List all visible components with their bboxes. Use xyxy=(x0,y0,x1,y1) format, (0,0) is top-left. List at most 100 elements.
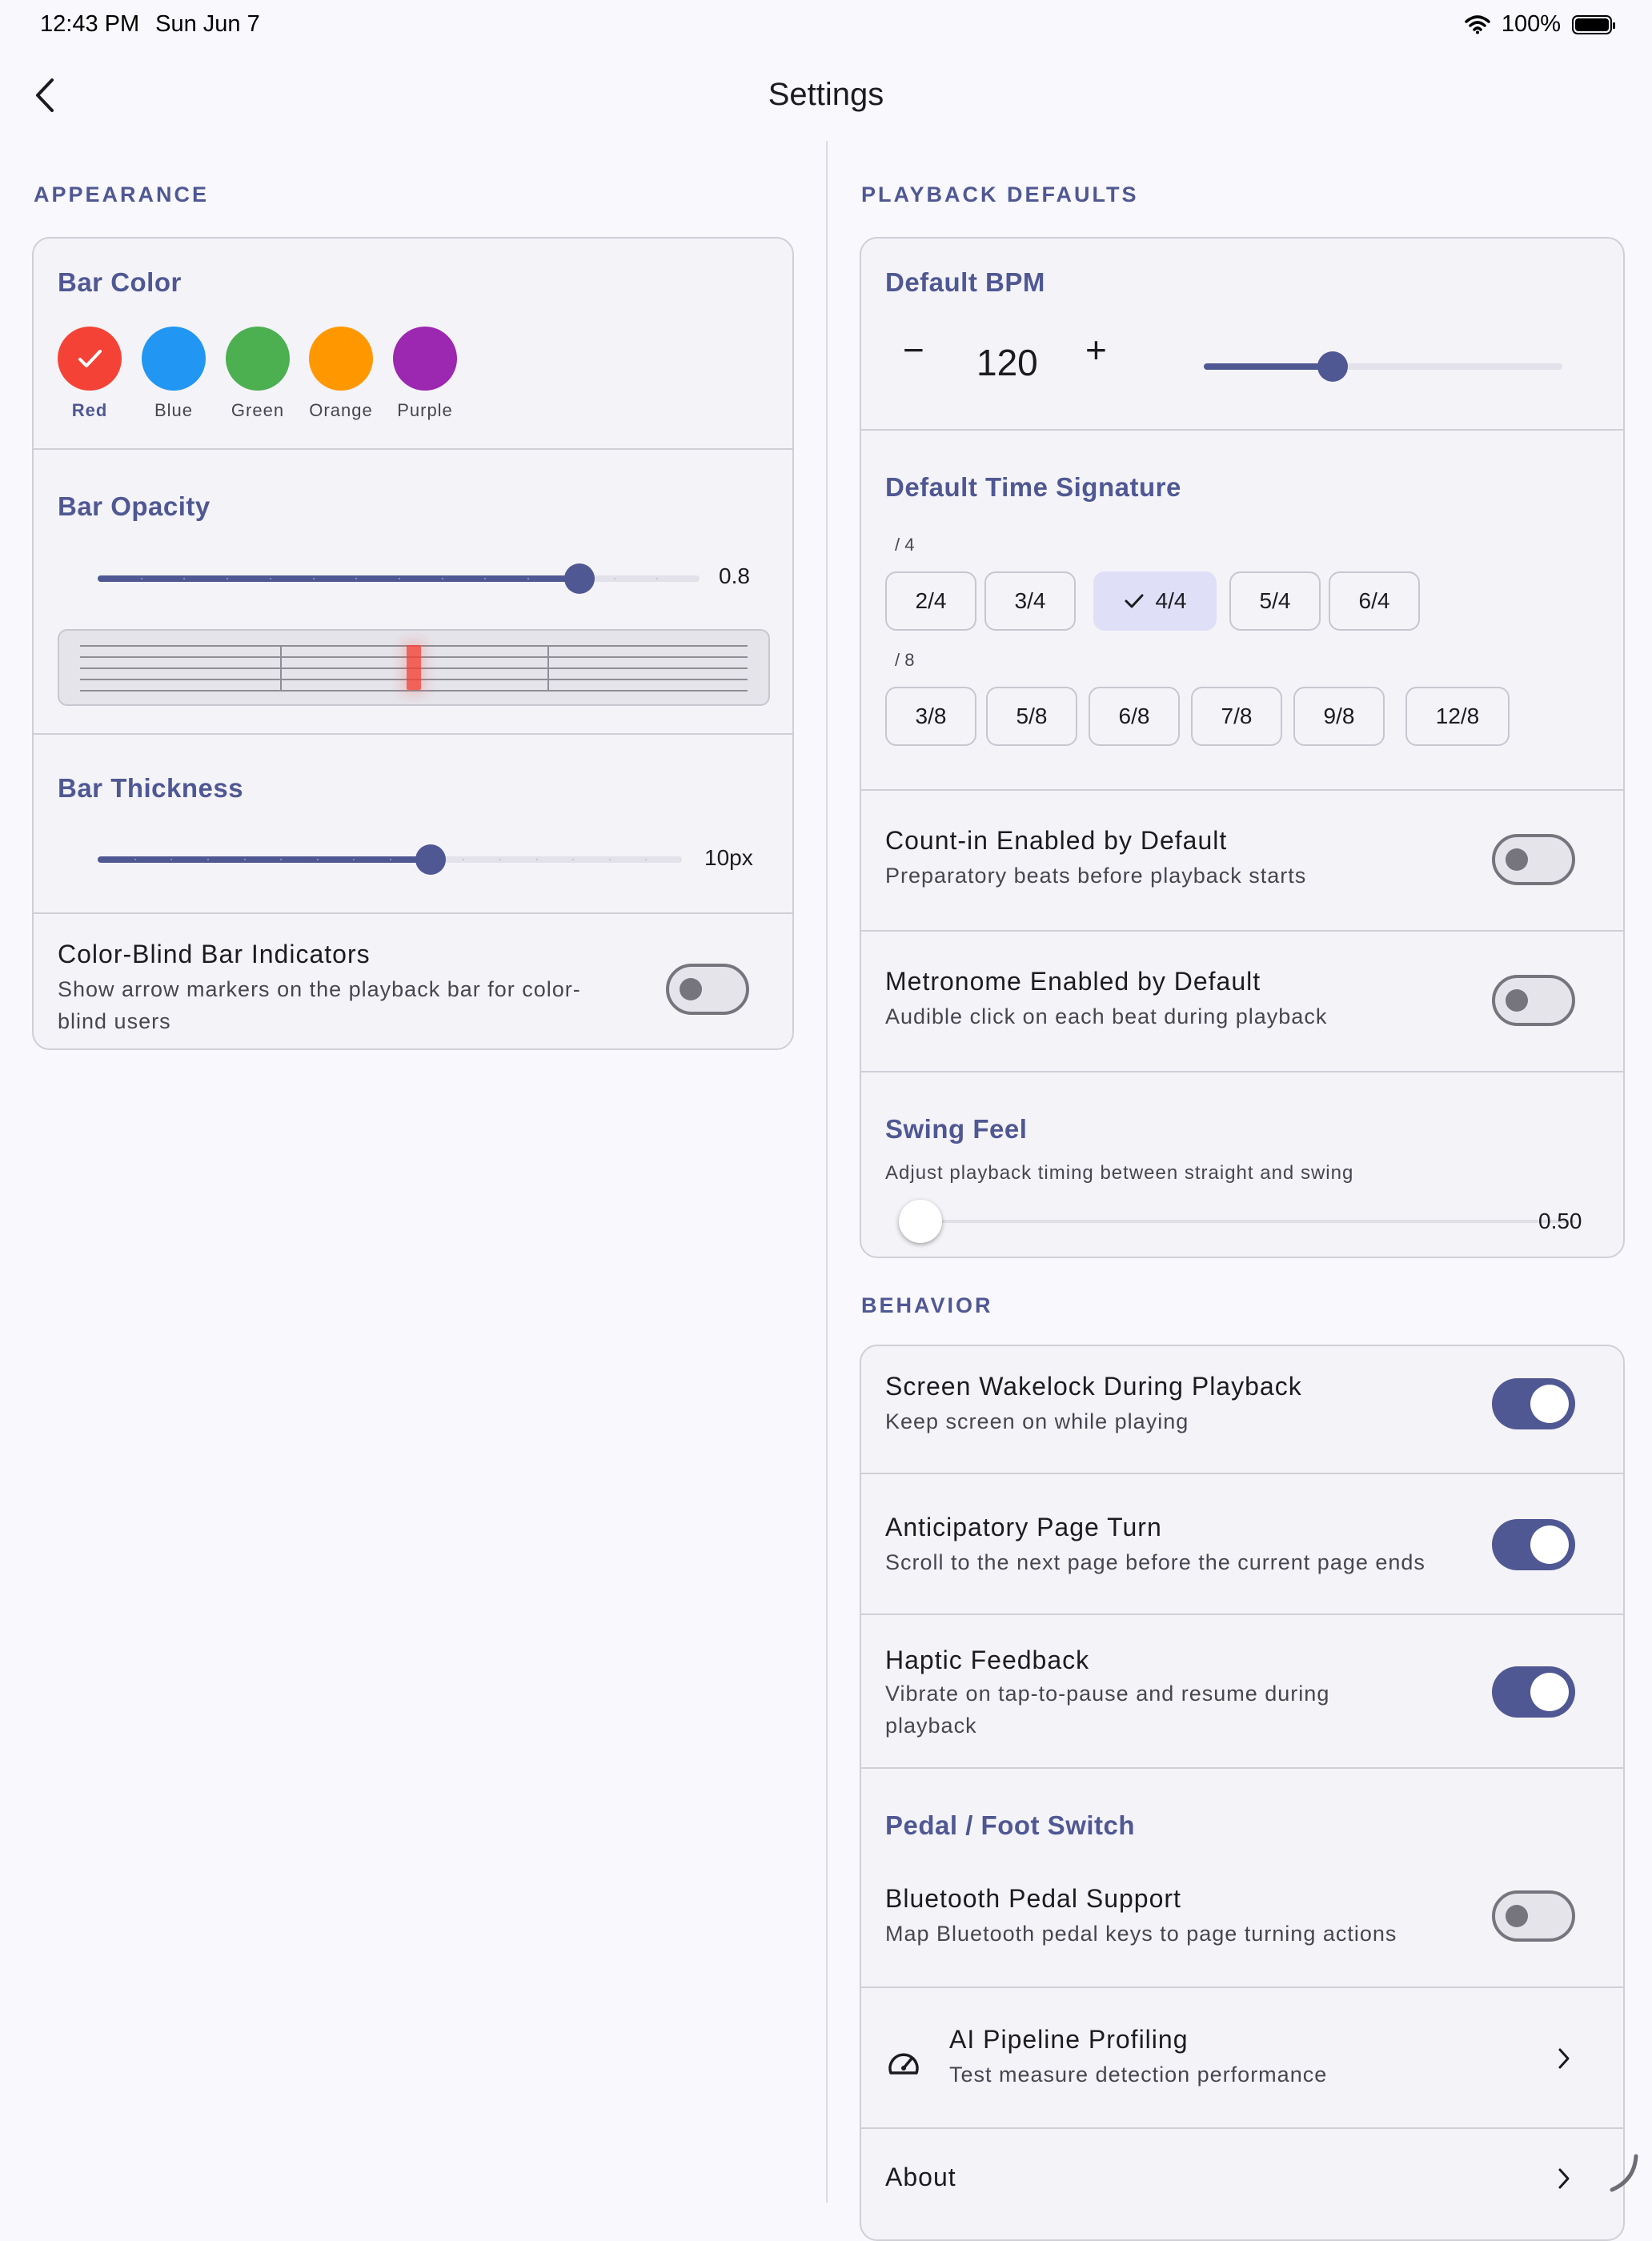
divider xyxy=(34,448,792,450)
wakelock-toggle[interactable] xyxy=(1492,1378,1575,1429)
time-signature-chip[interactable]: 5/4 xyxy=(1229,571,1321,631)
ai-profiling-row[interactable]: AI Pipeline Profiling Test measure detec… xyxy=(861,1988,1623,2127)
toggle-thumb xyxy=(1506,848,1528,871)
count-in-toggle[interactable] xyxy=(1492,834,1575,885)
bar-thickness-slider[interactable] xyxy=(98,844,682,875)
time-signature-chip[interactable]: 6/8 xyxy=(1089,687,1180,746)
status-date: Sun Jun 7 xyxy=(155,11,260,37)
divider xyxy=(861,1071,1623,1072)
bpm-slider[interactable] xyxy=(1204,351,1562,382)
divider xyxy=(861,1767,1623,1769)
color-blind-subtitle: Show arrow markers on the playback bar f… xyxy=(58,973,666,1037)
divider xyxy=(861,429,1623,431)
haptic-title: Haptic Feedback xyxy=(885,1646,1090,1674)
bar-opacity-value: 0.8 xyxy=(719,563,750,588)
haptic-subtitle-line: playback xyxy=(885,1714,977,1738)
toggle-thumb xyxy=(1530,1385,1569,1423)
bar-opacity-slider-thumb[interactable] xyxy=(563,563,595,594)
slider-tick xyxy=(206,859,209,860)
speedometer-icon xyxy=(888,2053,919,2075)
slider-tick xyxy=(645,859,648,860)
time-signature-chip[interactable]: 2/4 xyxy=(885,571,976,631)
color-swatch-orange[interactable] xyxy=(309,327,373,391)
page-turn-toggle[interactable] xyxy=(1492,1519,1575,1570)
slider-tick xyxy=(613,578,615,579)
time-signature-title: Default Time Signature xyxy=(885,472,1181,502)
slider-tick xyxy=(484,578,487,579)
time-signature-chip-label: 7/8 xyxy=(1221,704,1253,728)
slider-tick xyxy=(527,578,530,579)
slider-tick xyxy=(134,859,136,860)
time-signature-chip-label: 2/4 xyxy=(915,588,947,613)
column-divider xyxy=(826,141,828,2203)
staff-line xyxy=(80,690,748,692)
about-row[interactable]: About xyxy=(861,2129,1623,2239)
bar-thickness-slider-thumb[interactable] xyxy=(415,844,447,875)
bar-opacity-slider[interactable] xyxy=(98,563,700,594)
status-clock: 12:43 PM xyxy=(40,11,140,37)
color-swatch-label: Green xyxy=(231,400,285,420)
time-signature-chip[interactable]: 3/4 xyxy=(984,571,1076,631)
toggle-thumb xyxy=(1530,1525,1569,1564)
time-signature-chip-label: 3/4 xyxy=(1014,588,1046,613)
bar-opacity-slider-fill xyxy=(98,575,579,582)
haptic-subtitle: Vibrate on tap-to-pause and resume durin… xyxy=(885,1678,1329,1742)
time-signature-chip[interactable]: 6/4 xyxy=(1329,571,1420,631)
time-signature-chip[interactable]: 4/4 xyxy=(1093,571,1217,631)
behavior-section-label: BEHAVIOR xyxy=(861,1293,993,1317)
time-signature-chip[interactable]: 12/8 xyxy=(1405,687,1510,746)
swing-slider-thumb[interactable] xyxy=(899,1200,942,1243)
divider xyxy=(34,733,792,735)
count-in-subtitle: Preparatory beats before playback starts xyxy=(885,864,1307,888)
swing-slider[interactable] xyxy=(899,1200,1575,1243)
metronome-title: Metronome Enabled by Default xyxy=(885,967,1261,996)
color-swatch-red[interactable] xyxy=(58,327,122,391)
slider-tick xyxy=(170,859,173,860)
bluetooth-pedal-toggle[interactable] xyxy=(1492,1890,1575,1942)
time-signature-chip[interactable]: 5/8 xyxy=(986,687,1077,746)
ai-profiling-subtitle: Test measure detection performance xyxy=(949,2063,1328,2087)
slider-tick xyxy=(499,859,501,860)
time-signature-chip-label: 4/4 xyxy=(1155,588,1187,613)
chevron-right-icon xyxy=(1558,2048,1570,2069)
color-blind-subtitle-line: Show arrow markers on the playback bar f… xyxy=(58,977,581,1001)
slider-tick xyxy=(353,859,355,860)
bpm-slider-thumb[interactable] xyxy=(1317,351,1349,382)
about-title: About xyxy=(885,2163,956,2191)
time-signature-chip-label: 9/8 xyxy=(1323,704,1355,728)
page-turn-subtitle: Scroll to the next page before the curre… xyxy=(885,1550,1425,1574)
bar-opacity-title: Bar Opacity xyxy=(58,491,211,521)
slider-tick xyxy=(269,578,271,579)
behavior-card: Screen Wakelock During Playback Keep scr… xyxy=(860,1345,1625,2241)
wifi-icon xyxy=(1465,14,1490,34)
time-signature-chip-label: 6/8 xyxy=(1118,704,1150,728)
toggle-thumb xyxy=(1530,1673,1569,1711)
color-swatch-purple[interactable] xyxy=(393,327,457,391)
toggle-thumb xyxy=(1506,1905,1528,1927)
appearance-section-label: APPEARANCE xyxy=(34,182,210,206)
bar-thickness-title: Bar Thickness xyxy=(58,773,244,803)
metronome-toggle[interactable] xyxy=(1492,975,1575,1026)
color-swatch-green[interactable] xyxy=(226,327,290,391)
staff-bar-line xyxy=(280,645,282,692)
slider-tick xyxy=(608,859,611,860)
time-signature-chip[interactable]: 9/8 xyxy=(1293,687,1385,746)
time-signature-chip-label: 12/8 xyxy=(1435,704,1480,728)
bpm-slider-fill xyxy=(1204,363,1333,370)
haptic-toggle[interactable] xyxy=(1492,1666,1575,1718)
bpm-increment-button[interactable]: + xyxy=(1085,328,1107,371)
color-swatch-blue[interactable] xyxy=(142,327,206,391)
color-blind-toggle[interactable] xyxy=(666,964,749,1015)
time-signature-chip[interactable]: 7/8 xyxy=(1191,687,1282,746)
swing-value: 0.50 xyxy=(1538,1209,1582,1233)
default-bpm-title: Default BPM xyxy=(885,267,1045,297)
slider-tick xyxy=(656,578,659,579)
battery-percent: 100% xyxy=(1501,11,1561,37)
bpm-decrement-button[interactable]: − xyxy=(903,328,924,371)
count-in-title: Count-in Enabled by Default xyxy=(885,826,1228,855)
bar-thickness-value: 10px xyxy=(704,845,753,870)
time-signature-chip-label: 6/4 xyxy=(1358,588,1390,613)
toggle-thumb xyxy=(680,978,702,1000)
color-swatch-label: Orange xyxy=(309,400,373,420)
time-signature-chip[interactable]: 3/8 xyxy=(885,687,976,746)
